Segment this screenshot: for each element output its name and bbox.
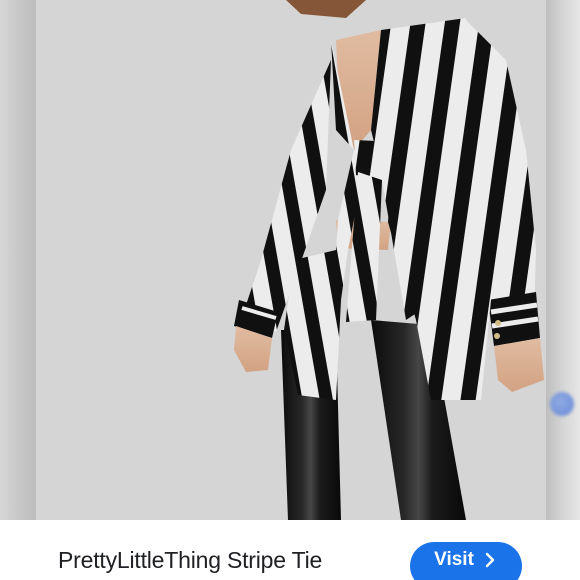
blurred-right-edge xyxy=(546,0,580,520)
image-viewer-screen: PrettyLittleThing Stripe Tie Visit xyxy=(0,0,580,580)
chevron-right-icon xyxy=(485,552,495,568)
product-image-frame[interactable] xyxy=(36,0,546,520)
product-caption-bar: PrettyLittleThing Stripe Tie Visit xyxy=(36,520,546,580)
product-photo xyxy=(36,0,546,520)
blurred-left-edge xyxy=(0,0,36,520)
product-title[interactable]: PrettyLittleThing Stripe Tie xyxy=(58,547,322,574)
blurred-accent-dot xyxy=(550,392,574,416)
visit-button-label: Visit xyxy=(434,549,474,570)
visit-button[interactable]: Visit xyxy=(410,542,522,580)
